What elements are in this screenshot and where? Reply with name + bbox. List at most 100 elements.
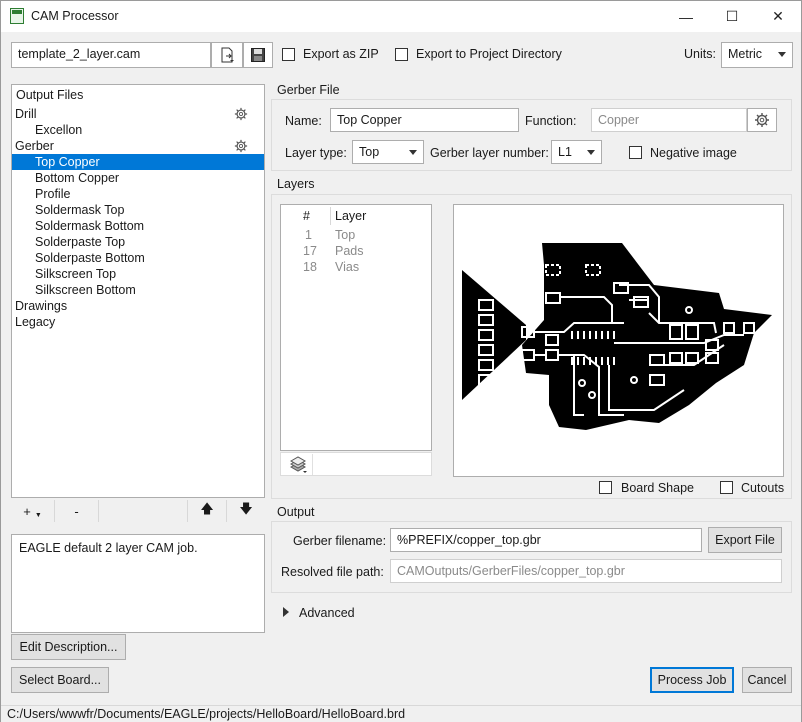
move-down-button[interactable]: 🡇: [227, 500, 265, 522]
tree-output-item[interactable]: Silkscreen Bottom: [12, 282, 264, 298]
units-select[interactable]: Metric: [721, 42, 793, 68]
cutouts-checkbox[interactable]: [720, 481, 733, 494]
dropdown-icon: ▼: [34, 511, 42, 519]
units-value: Metric: [728, 47, 763, 61]
tree-output-item[interactable]: Solderpaste Top: [12, 234, 264, 250]
move-up-button[interactable]: 🡅: [187, 500, 227, 522]
tree-item-label: Soldermask Top: [35, 203, 125, 217]
status-bar: C:/Users/wwwfr/Documents/EAGLE/projects/…: [1, 705, 801, 722]
tree-item-label: Solderpaste Top: [35, 235, 126, 249]
tree-item-label: Silkscreen Bottom: [35, 283, 136, 297]
job-file-field[interactable]: template_2_layer.cam: [11, 42, 211, 68]
gerber-layer-number-value: L1: [558, 145, 572, 159]
tree-output-item[interactable]: Silkscreen Top: [12, 266, 264, 282]
tree-item-label: Silkscreen Top: [35, 267, 117, 281]
board-shape-label: Board Shape: [621, 481, 694, 495]
negative-image-label: Negative image: [650, 146, 737, 160]
tree-group-item[interactable]: Drill: [12, 106, 264, 122]
function-settings-button[interactable]: [747, 108, 777, 132]
remove-output-button[interactable]: -: [55, 500, 99, 522]
save-job-button[interactable]: [243, 42, 273, 68]
arrow-down-icon: 🡇: [239, 501, 253, 516]
layers-list[interactable]: # Layer 1 Top 17 Pads 18 Vias: [280, 204, 432, 451]
tree-group-item[interactable]: Gerber: [12, 138, 264, 154]
tree-group-item[interactable]: Legacy: [12, 314, 264, 330]
tree-output-item[interactable]: Top Copper: [12, 154, 264, 170]
layer-name[interactable]: Vias: [335, 260, 359, 274]
tree-group-item[interactable]: Drawings: [12, 298, 264, 314]
tree-item-label: Bottom Copper: [35, 171, 120, 185]
layer-name[interactable]: Top: [335, 228, 355, 242]
output-files-header: Output Files: [16, 88, 84, 102]
layer-type-value: Top: [359, 145, 380, 159]
maximize-button[interactable]: ☐: [709, 1, 755, 32]
close-button[interactable]: ✕: [755, 1, 801, 32]
board-shape-checkbox[interactable]: [599, 481, 612, 494]
cam-processor-window: CAM Processor — ☐ ✕ template_2_layer.cam…: [0, 0, 802, 722]
tree-item-label: Excellon: [35, 123, 83, 137]
layer-number: 17: [303, 244, 317, 258]
tree-output-item[interactable]: Profile: [12, 186, 264, 202]
layers-section-title: Layers: [277, 177, 315, 191]
export-zip-label: Export as ZIP: [303, 47, 379, 61]
plus-icon: +: [23, 503, 31, 519]
export-project-dir-checkbox[interactable]: [395, 48, 408, 61]
title-bar: CAM Processor — ☐ ✕: [1, 1, 801, 32]
tree-item-label: Top Copper: [35, 155, 100, 169]
arrow-up-icon: 🡅: [200, 501, 214, 516]
export-file-button[interactable]: Export File: [708, 527, 782, 553]
column-divider: [330, 207, 331, 225]
resolved-path-label: Resolved file path:: [281, 565, 384, 579]
tree-item-label: Drawings: [15, 299, 68, 313]
layer-number: 18: [303, 260, 317, 274]
select-board-button[interactable]: Select Board...: [11, 667, 109, 693]
function-input[interactable]: Copper: [591, 108, 747, 132]
tree-item-label: Legacy: [15, 315, 56, 329]
tree-item-label: Solderpaste Bottom: [35, 251, 145, 265]
open-job-button[interactable]: [211, 42, 243, 68]
output-files-toolbar: + ▼ - 🡅 🡇: [11, 500, 265, 522]
gerber-filename-input[interactable]: %PREFIX/copper_top.gbr: [390, 528, 702, 552]
cancel-button[interactable]: Cancel: [742, 667, 792, 693]
function-label: Function:: [525, 114, 577, 128]
minus-icon: -: [74, 503, 79, 519]
edit-description-button[interactable]: Edit Description...: [11, 634, 126, 660]
name-label: Name:: [285, 114, 322, 128]
tree-output-item[interactable]: Excellon: [12, 122, 264, 138]
gear-icon[interactable]: [234, 107, 248, 121]
process-job-button[interactable]: Process Job: [650, 667, 734, 693]
name-input[interactable]: Top Copper: [330, 108, 519, 132]
layer-type-select[interactable]: Top: [352, 140, 424, 164]
units-label: Units:: [684, 47, 716, 61]
layers-col-layer: Layer: [335, 209, 367, 223]
negative-image-checkbox[interactable]: [629, 146, 642, 159]
gerber-layer-number-label: Gerber layer number:: [430, 146, 549, 160]
gerber-file-section-title: Gerber File: [277, 83, 340, 97]
layer-number: 1: [305, 228, 312, 242]
chevron-down-icon: [778, 52, 786, 57]
open-file-icon: [221, 47, 234, 63]
window-title: CAM Processor: [31, 9, 119, 23]
expand-arrow-icon[interactable]: [283, 607, 289, 617]
tree-output-item[interactable]: Soldermask Top: [12, 202, 264, 218]
gear-icon[interactable]: [234, 139, 248, 153]
tree-output-item[interactable]: Soldermask Bottom: [12, 218, 264, 234]
chevron-down-icon: [409, 150, 417, 155]
advanced-toggle[interactable]: Advanced: [299, 606, 355, 620]
gerber-layer-number-select[interactable]: L1: [551, 140, 602, 164]
export-project-dir-label: Export to Project Directory: [416, 47, 562, 61]
export-zip-checkbox[interactable]: [282, 48, 295, 61]
job-description-box: EAGLE default 2 layer CAM job.: [11, 534, 265, 633]
layer-name[interactable]: Pads: [335, 244, 364, 258]
add-output-button[interactable]: + ▼: [11, 500, 55, 522]
layers-edit-button[interactable]: [283, 454, 313, 475]
pcb-top-copper-preview: [462, 243, 772, 430]
output-files-tree[interactable]: Output Files Drill Excellon Gerber Top Copp…: [11, 84, 265, 498]
minimize-button[interactable]: —: [663, 1, 709, 32]
tree-item-label: Profile: [35, 187, 71, 201]
layers-col-number: #: [303, 209, 310, 223]
board-file-path: C:/Users/wwwfr/Documents/EAGLE/projects/…: [7, 707, 406, 721]
tree-output-item[interactable]: Solderpaste Bottom: [12, 250, 264, 266]
tree-output-item[interactable]: Bottom Copper: [12, 170, 264, 186]
layer-type-label: Layer type:: [285, 146, 347, 160]
